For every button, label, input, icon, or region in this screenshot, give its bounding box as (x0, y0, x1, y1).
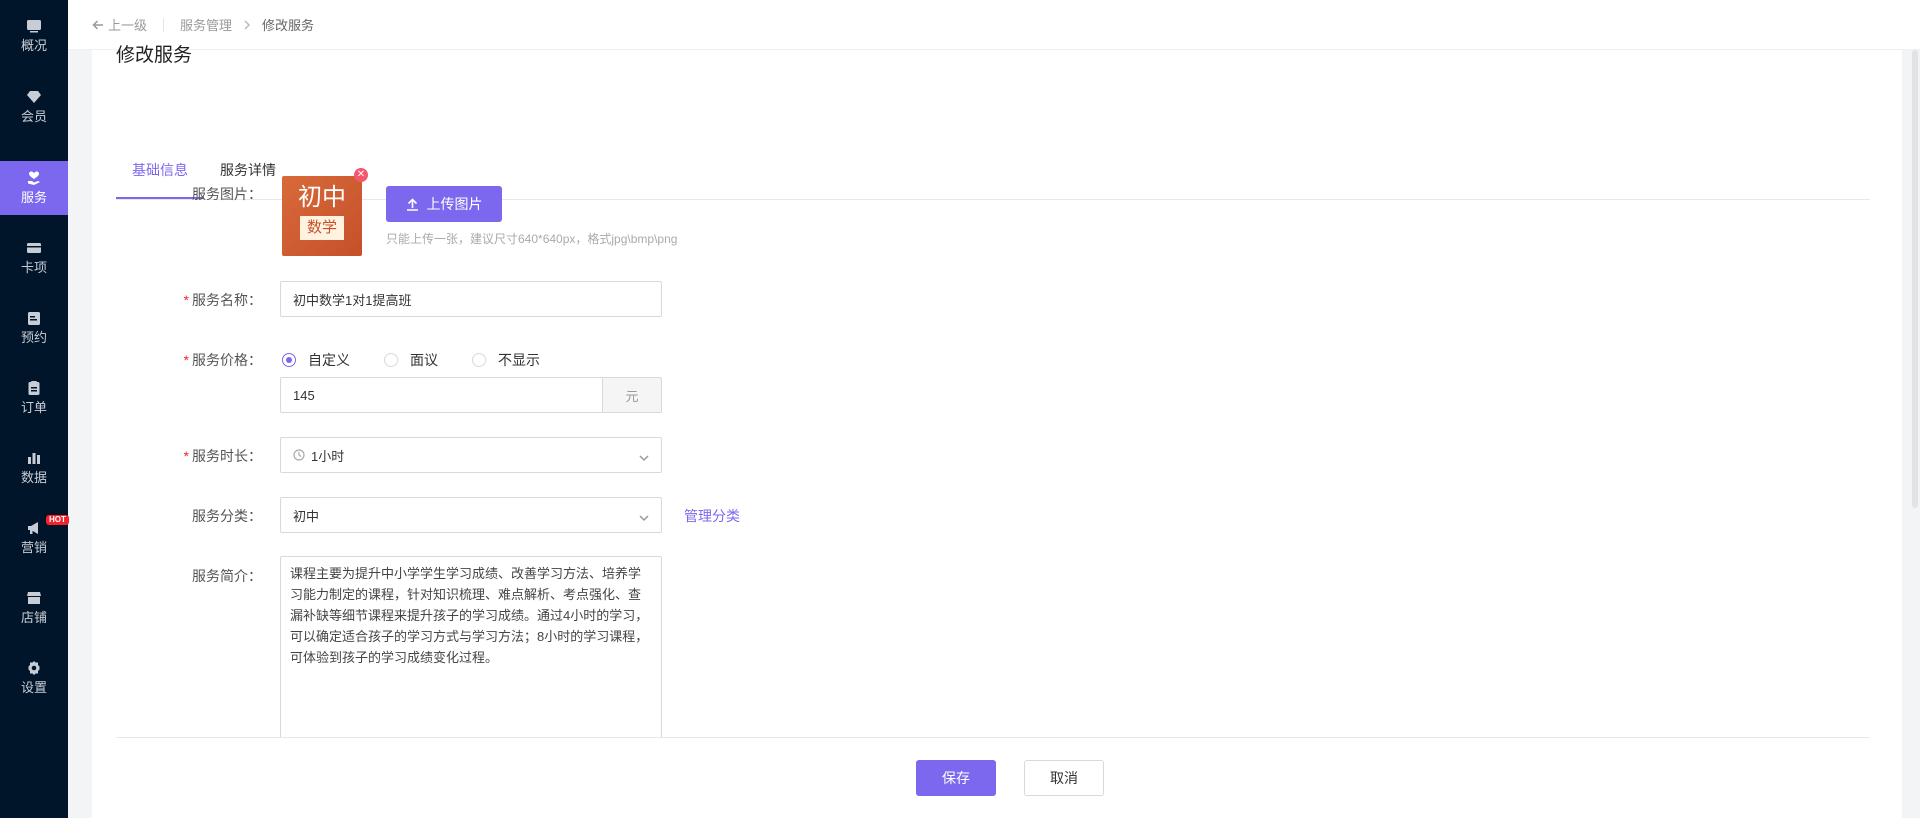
image-label: 服务图片： (192, 186, 262, 202)
sidebar-item-settings[interactable]: 设置 (0, 651, 68, 705)
upload-hint: 只能上传一张，建议尺寸640*640px，格式jpg\bmp\png (386, 232, 678, 246)
required-mark: * (183, 448, 189, 464)
price-label: * 服务价格： (183, 352, 262, 368)
thumb-text-bottom: 数学 (300, 216, 344, 240)
radio-custom-price[interactable]: 自定义 (282, 350, 350, 370)
sidebar-item-label: 店铺 (20, 610, 47, 625)
duration-select[interactable]: 1小时 (280, 437, 662, 473)
gear-icon (26, 660, 42, 676)
chevron-down-icon (639, 511, 649, 522)
radio-dot (472, 353, 486, 367)
store-icon (26, 590, 42, 606)
radio-hidden[interactable]: 不显示 (472, 350, 540, 370)
price-unit: 元 (603, 377, 662, 413)
thumb-text-top: 初中 (298, 183, 346, 211)
sidebar-item-store[interactable]: 店铺 (0, 581, 68, 635)
radio-negotiable[interactable]: 面议 (384, 350, 438, 370)
clipboard-icon (26, 380, 42, 396)
sidebar-item-label: 订单 (20, 400, 47, 415)
sidebar-item-label: 卡项 (20, 260, 47, 275)
bar-chart-icon (26, 450, 42, 466)
price-type-radio-group: 自定义 面议 不显示 (282, 350, 574, 370)
radio-dot (384, 353, 398, 367)
tab-basic-info[interactable]: 基础信息 (132, 160, 188, 180)
sidebar-item-label: 预约 (20, 330, 47, 345)
upload-image-button[interactable]: 上传图片 (386, 186, 502, 222)
dashboard-icon (26, 18, 42, 34)
category-label: 服务分类： (192, 508, 262, 524)
cancel-button[interactable]: 取消 (1024, 760, 1104, 796)
sidebar-item-label: 服务 (20, 190, 47, 205)
sidebar-item-orders[interactable]: 订单 (0, 371, 68, 425)
sidebar-item-label: 数据 (20, 470, 47, 485)
diamond-icon (26, 89, 42, 105)
upload-icon (406, 197, 418, 211)
tab-bar: 基础信息 服务详情 (116, 120, 1870, 200)
duration-value: 1小时 (311, 448, 345, 464)
breadcrumb-service-management[interactable]: 服务管理 (180, 15, 232, 34)
manage-category-link[interactable]: 管理分类 (684, 506, 740, 526)
topbar: 上一级 服务管理 修改服务 (68, 0, 1920, 50)
sidebar-item-services[interactable]: 服务 (0, 161, 68, 215)
back-label: 上一级 (108, 18, 148, 33)
form-footer: 保存 取消 (116, 737, 1870, 818)
required-mark: * (183, 352, 189, 368)
remove-image-icon[interactable]: ✕ (354, 168, 368, 182)
breadcrumb-current: 修改服务 (262, 18, 315, 33)
price-value: 145 (293, 387, 315, 403)
intro-label: 服务简介： (192, 568, 262, 584)
required-mark: * (183, 292, 189, 308)
scrollbar[interactable] (1912, 50, 1918, 508)
sidebar-item-data[interactable]: 数据 (0, 441, 68, 495)
chevron-right-icon (242, 19, 252, 30)
back-button[interactable]: 上一级 (92, 15, 147, 34)
chevron-down-icon (639, 451, 649, 462)
upload-button-label: 上传图片 (426, 196, 483, 212)
page-title: 修改服务 (116, 45, 193, 66)
category-select[interactable]: 初中 (280, 497, 662, 533)
service-name-input[interactable]: 初中数学1对1提高班 (280, 281, 662, 317)
category-value: 初中 (293, 508, 320, 524)
sidebar-item-overview[interactable]: 概况 (0, 9, 68, 63)
hot-badge: HOT (46, 515, 69, 525)
sidebar-item-label: 营销 (20, 540, 47, 555)
service-name-value: 初中数学1对1提高班 (293, 292, 412, 308)
divider (163, 17, 165, 32)
sidebar-item-cards[interactable]: 卡项 (0, 231, 68, 285)
name-label: * 服务名称： (183, 292, 262, 308)
main-card: 修改服务 基础信息 服务详情 服务图片： 初中 数学 ✕ 上传图片 只能上传一张… (92, 45, 1902, 818)
sidebar-item-booking[interactable]: 预约 (0, 301, 68, 355)
sidebar-item-label: 概况 (20, 38, 47, 53)
card-icon (26, 240, 42, 256)
price-input[interactable]: 145 (280, 377, 603, 413)
clock-icon (293, 449, 305, 461)
calendar-icon (26, 310, 42, 326)
arrow-left-icon (92, 19, 103, 30)
tab-service-details[interactable]: 服务详情 (220, 160, 276, 180)
megaphone-icon (26, 520, 42, 536)
intro-textarea[interactable]: 课程主要为提升中小学学生学习成绩、改善学习方法、培养学习能力制定的课程，针对知识… (280, 556, 662, 756)
service-image-thumbnail[interactable]: 初中 数学 (282, 176, 362, 256)
sidebar: 概况 会员 服务 卡项 预约 订单 数据 营销 HOT 店铺 设置 (0, 0, 69, 818)
sidebar-item-label: 会员 (20, 109, 47, 124)
radio-dot (282, 353, 296, 367)
save-button[interactable]: 保存 (916, 760, 996, 796)
heart-hand-icon (26, 170, 42, 186)
sidebar-item-marketing[interactable]: 营销 HOT (0, 511, 69, 565)
duration-label: * 服务时长： (183, 448, 262, 464)
sidebar-item-label: 设置 (20, 680, 47, 695)
sidebar-item-members[interactable]: 会员 (0, 80, 68, 134)
